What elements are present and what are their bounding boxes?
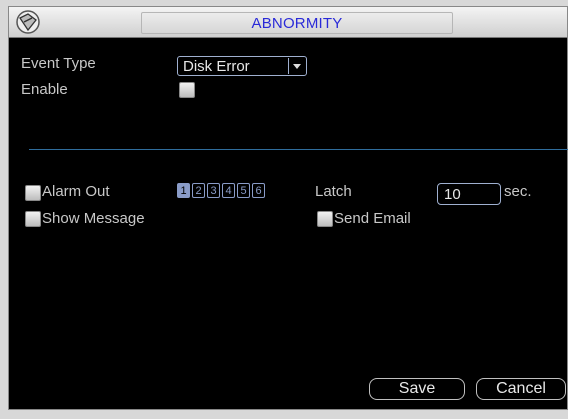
event-type-value: Disk Error [183, 58, 250, 75]
send-email-label: Send Email [334, 210, 411, 227]
alarm-channel-4[interactable]: 4 [222, 183, 235, 198]
cancel-button[interactable]: Cancel [476, 378, 566, 400]
alarm-out-label: Alarm Out [42, 183, 110, 200]
show-message-checkbox[interactable] [25, 211, 41, 227]
divider [29, 149, 568, 150]
latch-unit: sec. [504, 183, 532, 200]
enable-checkbox[interactable] [179, 82, 195, 98]
camera-logo-icon [16, 10, 40, 34]
alarm-channel-6[interactable]: 6 [252, 183, 265, 198]
title-bar: ABNORMITY [9, 7, 567, 38]
chevron-down-icon[interactable] [288, 58, 305, 74]
send-email-checkbox[interactable] [317, 211, 333, 227]
event-type-select[interactable]: Disk Error [177, 56, 307, 76]
latch-input[interactable] [437, 183, 501, 205]
alarm-channel-list: 1 2 3 4 5 6 [177, 183, 265, 198]
latch-label: Latch [315, 183, 352, 200]
alarm-channel-2[interactable]: 2 [192, 183, 205, 198]
dialog-frame: ABNORMITY Event Type Disk Error Enable A… [8, 6, 568, 410]
show-message-label: Show Message [42, 210, 145, 227]
enable-label: Enable [21, 81, 68, 98]
dialog-title: ABNORMITY [251, 15, 343, 32]
abnormity-dialog: ABNORMITY Event Type Disk Error Enable A… [0, 0, 568, 419]
alarm-channel-5[interactable]: 5 [237, 183, 250, 198]
title-slot: ABNORMITY [141, 12, 453, 34]
alarm-channel-3[interactable]: 3 [207, 183, 220, 198]
alarm-channel-1[interactable]: 1 [177, 183, 190, 198]
event-type-label: Event Type [21, 55, 96, 72]
save-button[interactable]: Save [369, 378, 465, 400]
alarm-out-checkbox[interactable] [25, 185, 41, 201]
